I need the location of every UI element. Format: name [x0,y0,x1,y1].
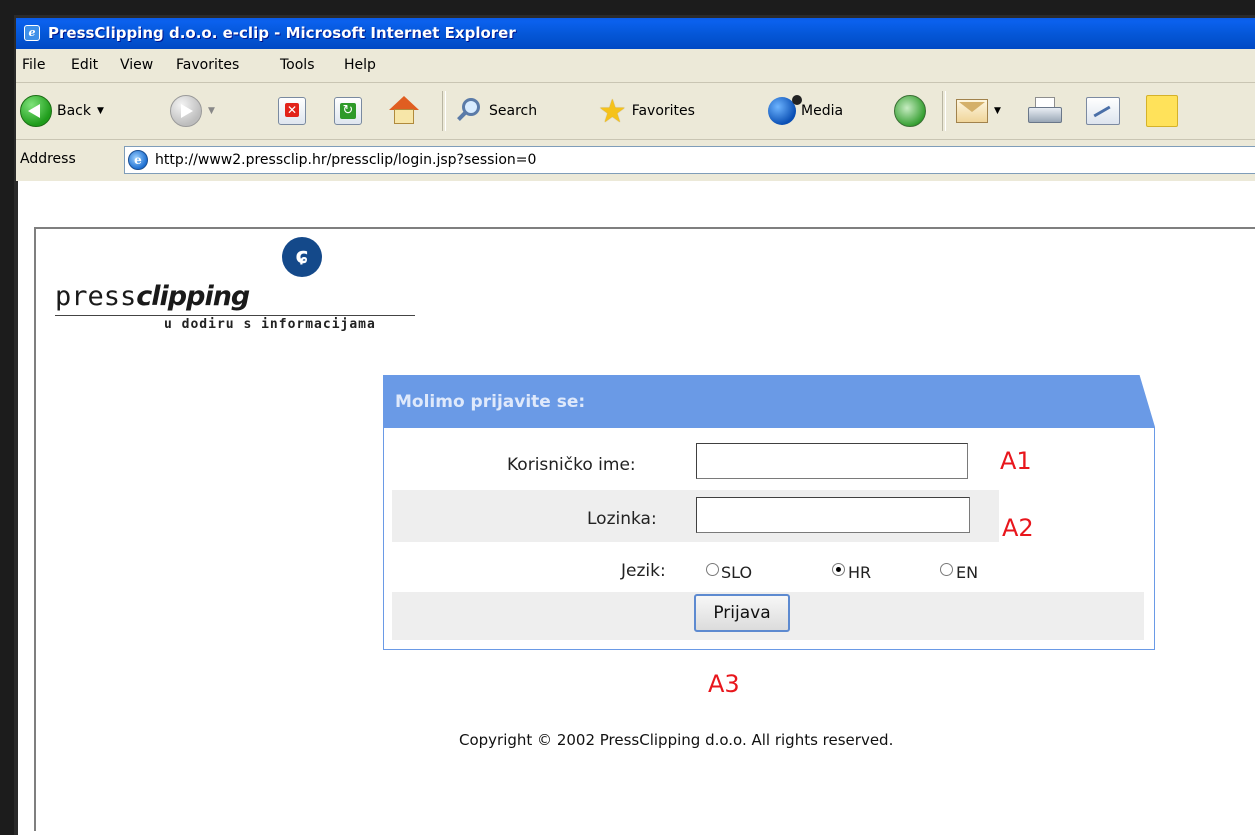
history-button[interactable] [894,95,926,127]
menu-help[interactable]: Help [344,57,376,73]
home-icon [388,96,420,126]
language-label: Jezik: [621,561,666,581]
toolbar-separator [942,91,946,131]
language-option-en: EN [956,563,979,582]
toolbar-separator [442,91,446,131]
address-url[interactable]: http://www2.pressclip.hr/pressclip/login… [155,152,536,168]
username-input[interactable] [696,443,968,479]
logo-tagline: u dodiru s informacijama [164,317,376,332]
forward-button[interactable]: ▼ [170,95,215,127]
search-icon [456,96,484,126]
annotation-a2: A2 [1002,514,1034,542]
login-submit-button[interactable]: Prijava [694,594,790,632]
menu-favorites[interactable]: Favorites [176,57,239,73]
password-label: Lozinka: [587,509,657,529]
edit-button[interactable] [1086,95,1120,127]
toolbar: Back ▼ ▼ ✕ ↻ Search ★ Favorites Media ▼ … [16,83,1255,181]
note-icon [1146,95,1178,127]
window-title: PressClipping d.o.o. e-clip - Microsoft … [48,24,516,42]
refresh-button[interactable]: ↻ [334,95,362,127]
history-icon [894,95,926,127]
media-icon [768,95,802,125]
address-label: Address [20,151,76,167]
forward-arrow-icon [170,95,202,127]
address-input[interactable]: e http://www2.pressclip.hr/pressclip/log… [124,146,1255,174]
page-icon: e [128,150,148,170]
mail-icon [956,99,988,123]
notes-button[interactable] [1146,95,1178,127]
mail-button[interactable]: ▼ [956,95,1001,127]
menu-tools[interactable]: Tools [280,57,315,73]
logo-text-bold: clipping [136,281,250,312]
pressclipping-logo: ɕ pressclipping u dodiru s informacijama [55,237,435,347]
stop-icon: ✕ [278,97,306,125]
ie-logo-icon: e [24,25,40,41]
media-button[interactable]: Media [768,95,843,127]
address-bar: Address e http://www2.pressclip.hr/press… [16,140,1255,180]
standard-buttons-row: Back ▼ ▼ ✕ ↻ Search ★ Favorites Media ▼ [16,83,1255,140]
username-label: Korisničko ime: [507,455,636,475]
back-button[interactable]: Back ▼ [20,95,104,127]
stop-button[interactable]: ✕ [278,95,306,127]
back-dropdown-icon[interactable]: ▼ [97,106,104,116]
copyright-text: Copyright © 2002 PressClipping d.o.o. Al… [459,731,894,749]
home-button[interactable] [388,95,420,127]
media-label: Media [801,103,844,119]
annotation-a1: A1 [1000,447,1032,475]
menu-edit[interactable]: Edit [71,57,98,73]
password-input[interactable] [696,497,970,533]
menu-file[interactable]: File [22,57,45,73]
search-label: Search [489,103,538,119]
language-radio-slo[interactable] [706,563,719,576]
print-button[interactable] [1028,95,1062,127]
language-option-hr: HR [848,563,872,582]
refresh-icon: ↻ [334,97,362,125]
language-option-slo: SLO [721,563,753,582]
printer-icon [1028,97,1062,125]
language-radio-hr[interactable] [832,563,845,576]
forward-dropdown-icon[interactable]: ▼ [208,106,215,116]
logo-divider [55,315,415,316]
mail-dropdown-icon[interactable]: ▼ [994,106,1001,116]
title-bar: e PressClipping d.o.o. e-clip - Microsof… [16,18,1255,49]
favorites-star-icon: ★ [598,92,627,130]
menu-bar: File Edit View Favorites Tools Help [16,49,1255,83]
favorites-label: Favorites [631,103,695,119]
search-button[interactable]: Search [456,95,537,127]
edit-icon [1086,97,1120,125]
favorites-button[interactable]: ★ Favorites [598,95,695,127]
logo-mark-icon: ɕ [282,237,322,277]
annotation-a3: A3 [708,670,740,698]
back-label: Back [57,103,91,119]
login-heading: Molimo prijavite se: [395,392,586,412]
language-radio-en[interactable] [940,563,953,576]
back-arrow-icon [20,95,52,127]
logo-wordmark: pressclipping [55,281,250,312]
logo-text-plain: press [55,281,137,312]
menu-view[interactable]: View [120,57,153,73]
